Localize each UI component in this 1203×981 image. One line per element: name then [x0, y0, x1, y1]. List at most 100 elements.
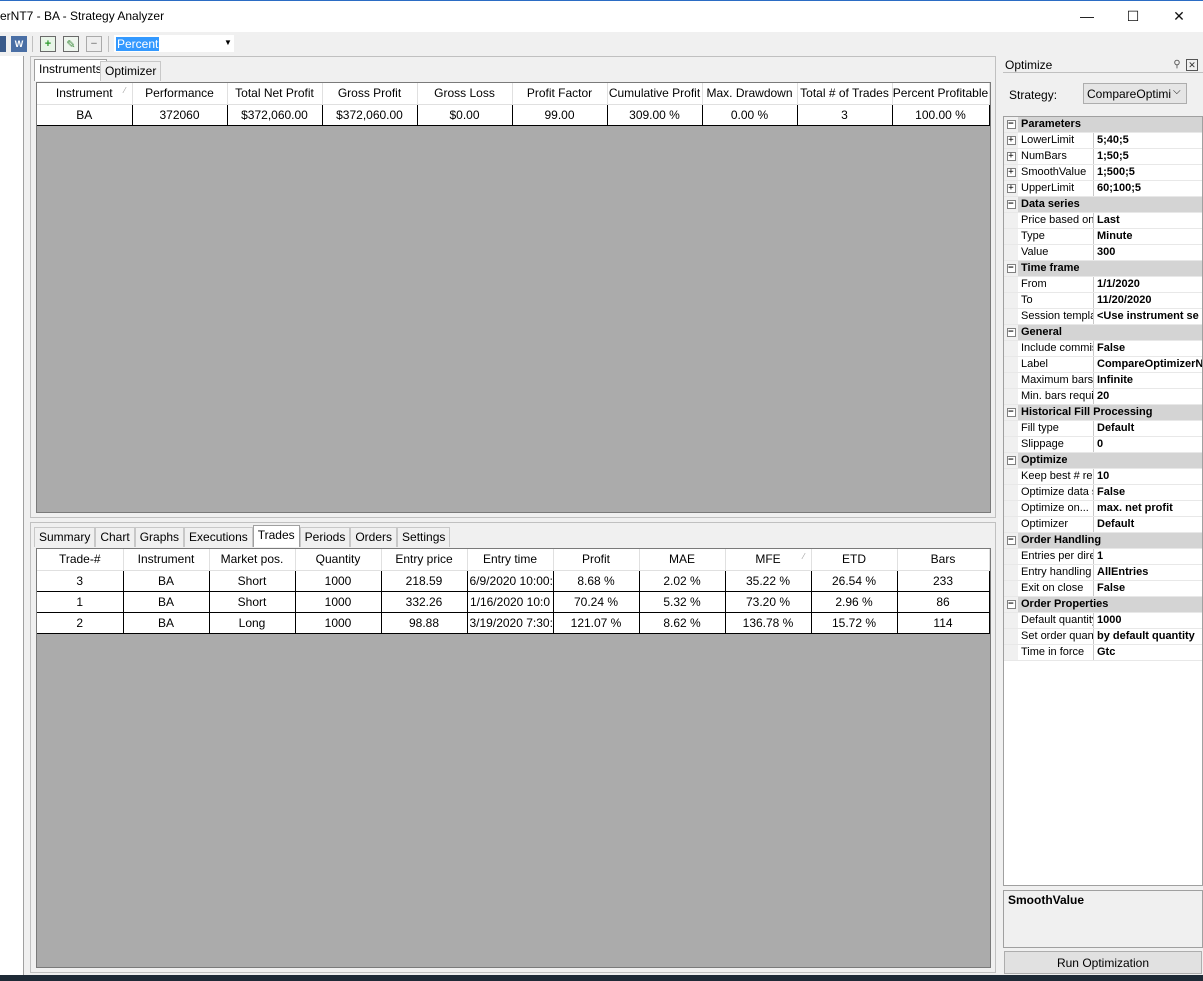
property-category[interactable]: − Order Handling	[1004, 533, 1202, 549]
close-panel-icon[interactable]: ✕	[1186, 59, 1198, 71]
tab-trades[interactable]: Trades	[252, 525, 300, 547]
column-header[interactable]: Quantity	[295, 549, 382, 571]
property-row[interactable]: Fill type Default	[1004, 421, 1202, 437]
column-header[interactable]: MFE ⁄	[725, 549, 812, 571]
expand-icon[interactable]: +	[1006, 168, 1016, 177]
property-row[interactable]: Set order quan by default quantity	[1004, 629, 1202, 645]
property-row[interactable]: Keep best # re 10	[1004, 469, 1202, 485]
add-icon[interactable]: +	[40, 36, 56, 52]
collapse-icon[interactable]: −	[1006, 536, 1016, 545]
dropdown-arrow-icon[interactable]: ▼	[224, 38, 232, 47]
column-header[interactable]: Entry price	[381, 549, 468, 571]
property-value[interactable]: by default quantity	[1094, 629, 1202, 644]
property-value[interactable]: <Use instrument se	[1094, 309, 1202, 324]
property-row[interactable]: Optimize on... max. net profit	[1004, 501, 1202, 517]
column-header[interactable]: Total Net Profit	[227, 83, 323, 105]
property-category[interactable]: − Time frame	[1004, 261, 1202, 277]
property-row[interactable]: Value 300	[1004, 245, 1202, 261]
column-header[interactable]: Percent Profitable	[892, 83, 990, 105]
property-value[interactable]: CompareOptimizerN	[1094, 357, 1202, 372]
column-header[interactable]: Profit	[553, 549, 640, 571]
column-header[interactable]: Market pos.	[209, 549, 296, 571]
pin-icon[interactable]: ⚲	[1171, 59, 1183, 71]
property-row[interactable]: Include commis False	[1004, 341, 1202, 357]
collapse-icon[interactable]: −	[1006, 328, 1016, 337]
expand-icon[interactable]: +	[1006, 136, 1016, 145]
property-row[interactable]: Optimize data s False	[1004, 485, 1202, 501]
property-value[interactable]: 11/20/2020	[1094, 293, 1202, 308]
column-header[interactable]: Performance	[132, 83, 228, 105]
tab-graphs[interactable]: Graphs	[134, 527, 185, 547]
property-value[interactable]: 1;50;5	[1094, 149, 1202, 164]
table-row[interactable]: 3 BA Short 1000 218.59 6/9/2020 10:00: 8.68 % 2…	[37, 570, 990, 592]
tab-settings[interactable]: Settings	[397, 527, 451, 547]
property-row[interactable]: Entry handling AllEntries	[1004, 565, 1202, 581]
property-row[interactable]: Default quantity 1000	[1004, 613, 1202, 629]
property-category[interactable]: − Order Properties	[1004, 597, 1202, 613]
property-category[interactable]: − Parameters	[1004, 117, 1202, 133]
tab-summary[interactable]: Summary	[34, 527, 96, 547]
tab-orders[interactable]: Orders	[350, 527, 398, 547]
property-row[interactable]: Maximum bars Infinite	[1004, 373, 1202, 389]
property-value[interactable]: False	[1094, 341, 1202, 356]
column-header[interactable]: MAE	[639, 549, 726, 571]
property-row[interactable]: + LowerLimit 5;40;5	[1004, 133, 1202, 149]
tab-periods[interactable]: Periods	[299, 527, 351, 547]
column-header[interactable]: Gross Profit	[322, 83, 418, 105]
column-header[interactable]: Trade-#	[37, 549, 124, 571]
property-row[interactable]: Optimizer Default	[1004, 517, 1202, 533]
property-value[interactable]: Gtc	[1094, 645, 1202, 660]
property-value[interactable]: 10	[1094, 469, 1202, 484]
property-row[interactable]: Slippage 0	[1004, 437, 1202, 453]
property-value[interactable]: False	[1094, 485, 1202, 500]
partial-icon[interactable]	[0, 36, 6, 52]
table-row[interactable]: BA 372060 $372,060.00 $372,060.00 $0.00 99.00…	[37, 104, 990, 126]
expand-icon[interactable]: +	[1006, 184, 1016, 193]
column-header[interactable]: Entry time	[467, 549, 554, 571]
property-value[interactable]: 1/1/2020	[1094, 277, 1202, 292]
remove-icon[interactable]: −	[86, 36, 102, 52]
collapse-icon[interactable]: −	[1006, 600, 1016, 609]
property-row[interactable]: + NumBars 1;50;5	[1004, 149, 1202, 165]
property-value[interactable]: Minute	[1094, 229, 1202, 244]
collapse-icon[interactable]: −	[1006, 264, 1016, 273]
property-category[interactable]: − Data series	[1004, 197, 1202, 213]
column-header[interactable]: Instrument ⁄	[37, 83, 133, 105]
table-row[interactable]: 2 BA Long 1000 98.88 3/19/2020 7:30: 121.07 % 8…	[37, 612, 990, 634]
property-row[interactable]: Exit on close False	[1004, 581, 1202, 597]
property-value[interactable]: 300	[1094, 245, 1202, 260]
chevron-down-icon[interactable]: ⌵	[1173, 86, 1181, 97]
property-value[interactable]: 60;100;5	[1094, 181, 1202, 196]
property-value[interactable]: AllEntries	[1094, 565, 1202, 580]
maximize-button[interactable]: ☐	[1110, 0, 1156, 32]
property-value[interactable]: Default	[1094, 421, 1202, 436]
column-header[interactable]: Total # of Trades	[797, 83, 893, 105]
property-row[interactable]: Session templa <Use instrument se	[1004, 309, 1202, 325]
property-category[interactable]: − General	[1004, 325, 1202, 341]
column-header[interactable]: Gross Loss	[417, 83, 513, 105]
column-header[interactable]: ETD	[811, 549, 898, 571]
tab-chart[interactable]: Chart	[95, 527, 135, 547]
property-value[interactable]: Last	[1094, 213, 1202, 228]
collapse-icon[interactable]: −	[1006, 200, 1016, 209]
property-row[interactable]: Min. bars requi 20	[1004, 389, 1202, 405]
property-value[interactable]: Default	[1094, 517, 1202, 532]
property-value[interactable]: False	[1094, 581, 1202, 596]
edit-icon[interactable]: ✎	[63, 36, 79, 52]
property-row[interactable]: + SmoothValue 1;500;5	[1004, 165, 1202, 181]
collapse-icon[interactable]: −	[1006, 120, 1016, 129]
property-row[interactable]: Label CompareOptimizerN	[1004, 357, 1202, 373]
property-row[interactable]: + UpperLimit 60;100;5	[1004, 181, 1202, 197]
property-category[interactable]: − Historical Fill Processing	[1004, 405, 1202, 421]
property-row[interactable]: Type Minute	[1004, 229, 1202, 245]
expand-icon[interactable]: +	[1006, 152, 1016, 161]
property-row[interactable]: Price based on Last	[1004, 213, 1202, 229]
column-header[interactable]: Profit Factor	[512, 83, 608, 105]
table-row[interactable]: 1 BA Short 1000 332.26 1/16/2020 10:0 70.24 % 5…	[37, 591, 990, 613]
column-header[interactable]: Instrument	[123, 549, 210, 571]
template-icon[interactable]: W	[11, 36, 27, 52]
property-value[interactable]: 20	[1094, 389, 1202, 404]
column-header[interactable]: Bars	[897, 549, 990, 571]
collapse-icon[interactable]: −	[1006, 408, 1016, 417]
property-value[interactable]: 1;500;5	[1094, 165, 1202, 180]
